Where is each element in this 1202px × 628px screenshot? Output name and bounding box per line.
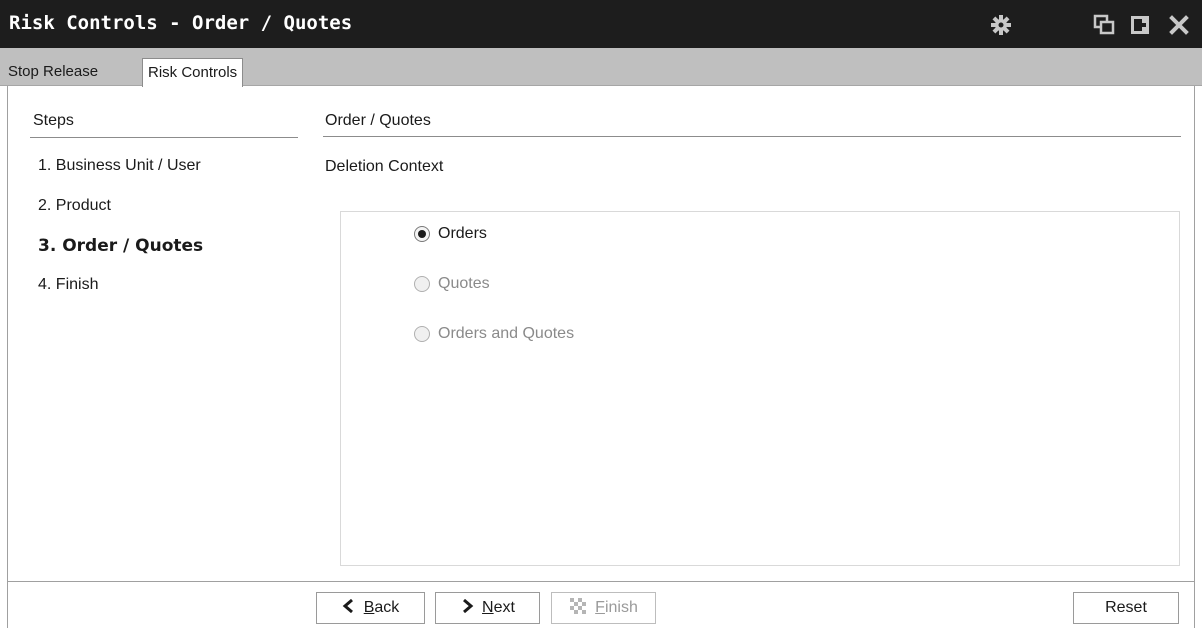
chevron-right-icon	[460, 598, 474, 618]
gear-icon[interactable]	[990, 14, 1012, 36]
title-bar: Risk Controls - Order / Quotes	[0, 0, 1202, 48]
tab-risk-controls[interactable]: Risk Controls	[142, 58, 244, 87]
page-title: Order / Quotes	[325, 112, 431, 129]
step-product[interactable]: 2. Product	[38, 197, 111, 215]
dock-icon[interactable]	[1129, 14, 1151, 36]
deletion-context-label: Deletion Context	[325, 158, 444, 175]
radio-label: Orders and Quotes	[438, 325, 575, 342]
radio-orders-and-quotes: Orders and Quotes	[414, 323, 574, 345]
tab-stop-release[interactable]: Stop Release	[3, 58, 103, 86]
step-finish[interactable]: 4. Finish	[38, 276, 98, 294]
next-button[interactable]: Next	[435, 592, 540, 624]
checkered-flag-icon	[569, 597, 587, 620]
back-button[interactable]: Back	[316, 592, 425, 624]
chevron-left-icon	[342, 598, 356, 618]
radio-quotes: Quotes	[414, 273, 490, 295]
radio-button-disabled	[414, 276, 430, 292]
tab-strip: Stop Release Risk Controls	[0, 48, 1202, 87]
steps-divider	[30, 137, 298, 138]
back-button-label: Back	[363, 599, 400, 616]
footer-divider	[7, 581, 1195, 582]
restore-icon[interactable]	[1093, 14, 1115, 36]
step-order-quotes[interactable]: 3. Order / Quotes	[38, 236, 203, 256]
frame-border-right	[1194, 86, 1195, 628]
main-divider	[323, 136, 1181, 137]
reset-button[interactable]: Reset	[1073, 592, 1179, 624]
step-business-unit-user[interactable]: 1. Business Unit / User	[38, 157, 201, 175]
radio-label: Quotes	[438, 275, 490, 292]
radio-button-disabled	[414, 326, 430, 342]
window-title: Risk Controls - Order / Quotes	[9, 12, 353, 34]
radio-button-checked[interactable]	[414, 226, 430, 242]
finish-button: Finish	[551, 592, 656, 624]
close-icon[interactable]	[1168, 14, 1190, 36]
radio-label: Orders	[438, 225, 487, 242]
frame-border-left	[7, 86, 8, 628]
finish-button-label: Finish	[595, 599, 638, 616]
next-button-label: Next	[482, 599, 515, 616]
steps-heading: Steps	[33, 112, 74, 129]
options-panel: Orders Quotes Orders and Quotes	[340, 211, 1180, 566]
radio-orders[interactable]: Orders	[414, 223, 487, 245]
